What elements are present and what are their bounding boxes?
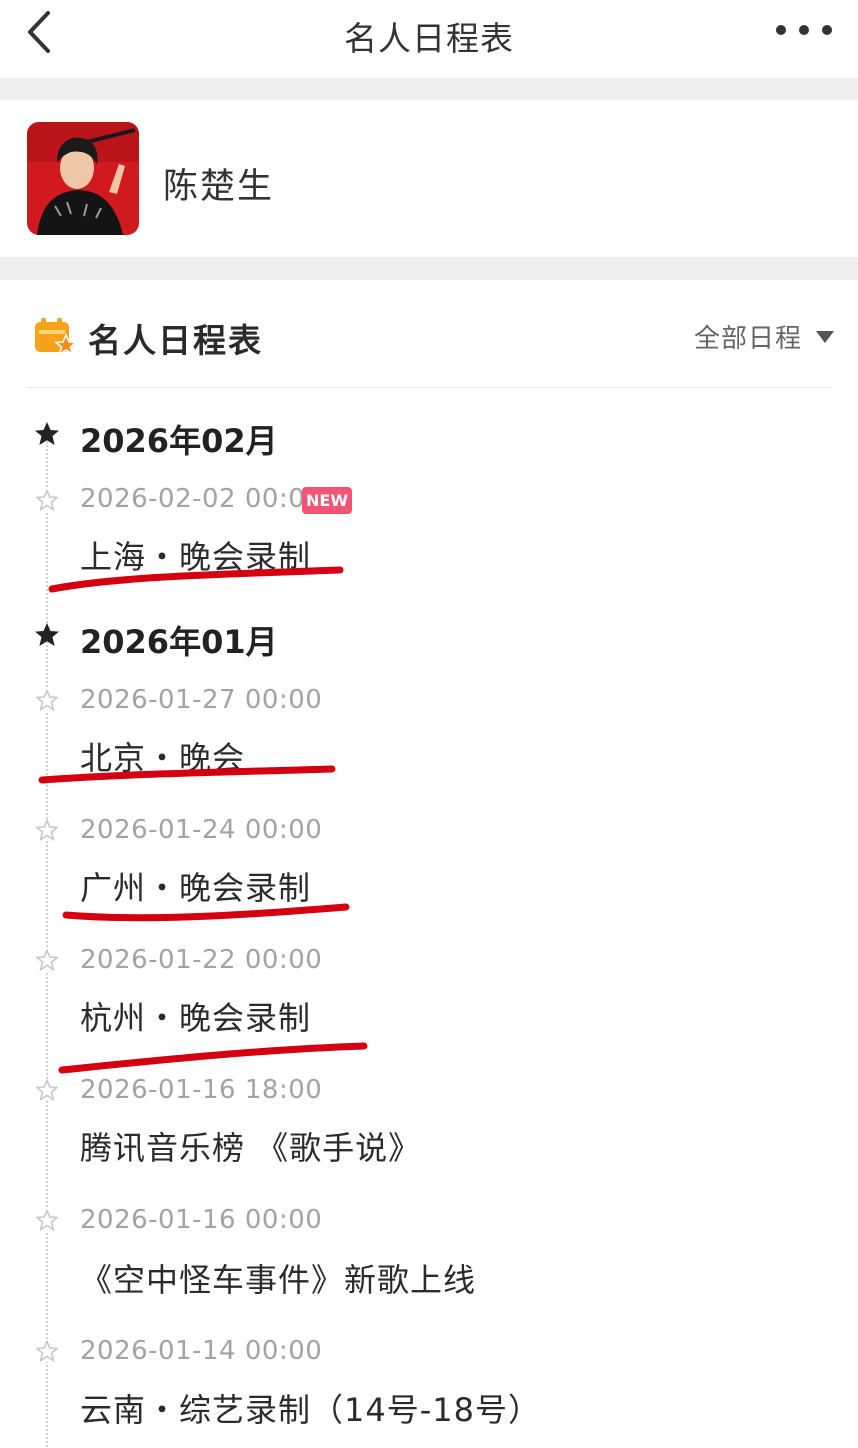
entry-title[interactable]: 杭州・晚会录制 xyxy=(80,993,311,1039)
entry-time: 2026-01-27 00:00 xyxy=(80,685,323,715)
entry-title[interactable]: 《空中怪车事件》新歌上线 xyxy=(80,1255,476,1301)
celebrity-profile-card[interactable]: 陈楚生 xyxy=(0,100,858,257)
section-gap xyxy=(0,78,858,100)
avatar-photo xyxy=(27,122,139,235)
top-navbar: 名人日程表 xyxy=(0,0,858,78)
more-button[interactable] xyxy=(776,20,832,40)
outline-star-icon xyxy=(36,819,58,841)
outline-star-icon xyxy=(36,1340,58,1362)
calendar-star-icon xyxy=(35,318,77,356)
entry-time: 2026-01-16 18:00 xyxy=(80,1075,323,1105)
more-dot xyxy=(799,25,809,35)
entry-title[interactable]: 云南・综艺录制（14号-18号） xyxy=(80,1385,541,1431)
timeline-line xyxy=(46,430,48,1448)
month-heading: 2026年02月 xyxy=(80,422,278,460)
schedule-panel: 名人日程表 全部日程 2026年02月 2026-02-02 00:00 NEW… xyxy=(0,280,858,1448)
entry-title[interactable]: 广州・晚会录制 xyxy=(80,863,311,909)
red-underline-mark xyxy=(58,1042,368,1074)
caret-down-icon xyxy=(816,330,834,343)
filled-star-icon xyxy=(35,623,59,646)
divider xyxy=(27,387,833,388)
section-gap xyxy=(0,257,858,280)
entry-time: 2026-01-24 00:00 xyxy=(80,815,323,845)
more-horizontal-icon xyxy=(776,25,786,35)
entry-time: 2026-01-14 00:00 xyxy=(80,1336,323,1366)
outline-star-icon xyxy=(36,689,58,711)
outline-star-icon xyxy=(36,1209,58,1231)
filter-label: 全部日程 xyxy=(693,324,802,354)
celebrity-name: 陈楚生 xyxy=(163,167,275,207)
outline-star-icon xyxy=(36,949,58,971)
entry-time: 2026-01-22 00:00 xyxy=(80,945,323,975)
entry-time: 2026-02-02 00:00 xyxy=(80,484,323,514)
new-badge: NEW xyxy=(302,487,352,514)
schedule-title: 名人日程表 xyxy=(88,321,263,360)
outline-star-icon xyxy=(36,489,58,511)
avatar[interactable] xyxy=(27,122,139,235)
page-title: 名人日程表 xyxy=(344,19,514,58)
entry-title[interactable]: 腾讯音乐榜 《歌手说》 xyxy=(80,1123,421,1169)
more-dot xyxy=(822,25,832,35)
schedule-filter-dropdown[interactable]: 全部日程 xyxy=(694,318,834,355)
month-heading: 2026年01月 xyxy=(80,623,278,661)
entry-title[interactable]: 上海・晚会录制 xyxy=(80,532,311,578)
outline-star-icon xyxy=(36,1079,58,1101)
entry-title[interactable]: 北京・晚会 xyxy=(80,733,245,779)
filled-star-icon xyxy=(35,422,59,445)
entry-time: 2026-01-16 00:00 xyxy=(80,1205,323,1235)
